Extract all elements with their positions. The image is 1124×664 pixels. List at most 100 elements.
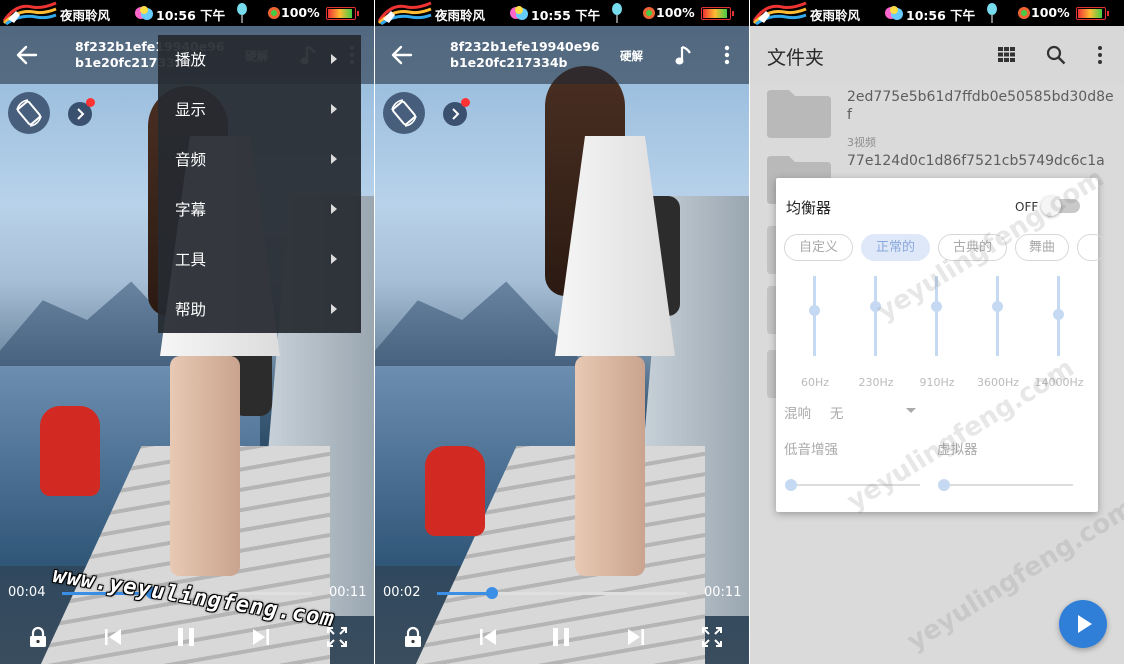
preset-chip-custom[interactable]: 自定义 <box>784 234 853 261</box>
carrier-logo-icon <box>377 1 432 25</box>
menu-item-label: 播放 <box>175 51 207 69</box>
eq-band[interactable]: 60Hz <box>795 276 835 396</box>
clock: 10:56 下午 <box>156 8 226 23</box>
eq-band-thumb[interactable] <box>992 301 1003 312</box>
battery-percent: 100% <box>656 5 695 20</box>
preset-chip-normal[interactable]: 正常的 <box>861 234 930 261</box>
more-vert-icon[interactable] <box>724 44 730 66</box>
more-vert-icon[interactable] <box>1097 45 1103 65</box>
hw-decode-toggle[interactable]: 硬解 <box>620 48 643 64</box>
fullscreen-icon[interactable] <box>700 625 724 649</box>
carrier-name: 夜雨聆风 <box>435 8 486 23</box>
back-arrow-icon[interactable] <box>14 43 40 67</box>
clock: 10:55 下午 <box>531 8 601 23</box>
duration-time: 00:11 <box>329 585 367 600</box>
preset-chip-more[interactable] <box>1077 234 1107 261</box>
scene-person-red <box>40 406 100 496</box>
app-bar: 文件夹 <box>750 26 1124 84</box>
menu-item-audio[interactable]: 音频 <box>158 135 361 185</box>
menu-item-tools[interactable]: 工具 <box>158 235 361 285</box>
submenu-arrow-icon <box>331 254 337 264</box>
menu-item-help[interactable]: 帮助 <box>158 285 361 335</box>
screen-rotate-button[interactable] <box>8 92 50 134</box>
menu-item-label: 显示 <box>175 101 207 119</box>
slider-thumb[interactable] <box>785 479 797 491</box>
elapsed-time: 00:04 <box>8 585 46 600</box>
fullscreen-icon[interactable] <box>325 625 349 649</box>
menu-item-label: 工具 <box>175 251 207 269</box>
pause-icon[interactable] <box>174 625 198 649</box>
menu-item-subtitle[interactable]: 字幕 <box>158 185 361 235</box>
menu-item-play[interactable]: 播放 <box>158 35 361 85</box>
eq-band-freq: 60Hz <box>800 376 830 389</box>
chevron-down-icon <box>906 408 916 413</box>
seek-thumb[interactable] <box>486 587 498 599</box>
submenu-arrow-icon <box>331 154 337 164</box>
page-title: 文件夹 <box>767 47 825 69</box>
player-screen-menu: 夜雨聆风 10:56 下午 100% 8f232b1efe19940e96b1e… <box>0 0 374 664</box>
submenu-arrow-icon <box>331 104 337 114</box>
elapsed-time: 00:02 <box>383 585 421 600</box>
music-note-icon[interactable] <box>675 44 693 66</box>
clock: 10:56 下午 <box>906 8 976 23</box>
seek-bar: 00:02 00:11 <box>375 577 749 607</box>
skip-previous-icon[interactable] <box>101 625 125 649</box>
lock-icon[interactable] <box>26 625 50 649</box>
play-icon <box>1078 615 1092 633</box>
carrier-logo-icon <box>2 1 57 25</box>
balloon-icon <box>987 3 997 23</box>
balloon-icon <box>612 3 622 23</box>
video-frame[interactable] <box>375 26 749 664</box>
notification-dot <box>86 98 95 107</box>
player-top-bar: 8f232b1efe19940e96b1e20fc217334b 硬解 <box>375 26 749 84</box>
grid-view-icon[interactable] <box>998 47 1015 62</box>
battery-percent: 100% <box>281 5 320 20</box>
status-bar: 夜雨聆风 10:56 下午 100% <box>750 0 1124 26</box>
duration-time: 00:11 <box>704 585 742 600</box>
lock-icon[interactable] <box>401 625 425 649</box>
bass-boost-label: 低音增强 <box>784 442 838 458</box>
status-bar: 夜雨聆风 10:55 下午 100% <box>375 0 749 26</box>
skip-next-icon[interactable] <box>624 625 648 649</box>
slider-thumb[interactable] <box>938 479 950 491</box>
skip-previous-icon[interactable] <box>476 625 500 649</box>
reverb-select[interactable]: 无 <box>830 402 844 422</box>
battery-saver-icon <box>643 7 655 19</box>
balloon-icon <box>237 3 247 23</box>
virtualizer-slider[interactable] <box>938 479 1073 491</box>
carrier-logo-icon <box>752 1 807 25</box>
player-screen: 夜雨聆风 10:55 下午 100% 8f232b1efe19940e96b1e… <box>375 0 749 664</box>
equalizer-title: 均衡器 <box>786 199 832 217</box>
scene-legs <box>575 356 645 576</box>
panel-divider <box>374 0 375 664</box>
menu-item-label: 帮助 <box>175 301 207 319</box>
carrier-name: 夜雨聆风 <box>60 8 111 23</box>
skip-next-icon[interactable] <box>249 625 273 649</box>
screen-rotate-icon <box>391 99 417 127</box>
battery-icon <box>1076 7 1109 20</box>
menu-item-label: 音频 <box>175 151 207 169</box>
menu-item-label: 字幕 <box>175 201 207 219</box>
carrier-name: 夜雨聆风 <box>810 8 861 23</box>
search-icon[interactable] <box>1046 45 1066 65</box>
eq-band-freq: 910Hz <box>919 376 955 389</box>
eq-band-thumb[interactable] <box>931 301 942 312</box>
scene-person-red <box>425 446 485 536</box>
eq-band[interactable]: 3600Hz <box>977 276 1019 396</box>
battery-saver-icon <box>1018 7 1030 19</box>
video-title: 8f232b1efe19940e96b1e20fc217334b <box>450 39 600 70</box>
pause-icon[interactable] <box>549 625 573 649</box>
play-fab-button[interactable] <box>1059 600 1107 648</box>
submenu-arrow-icon <box>331 304 337 314</box>
eq-band-thumb[interactable] <box>1053 309 1064 320</box>
submenu-arrow-icon <box>331 204 337 214</box>
back-arrow-icon[interactable] <box>389 43 415 67</box>
menu-item-display[interactable]: 显示 <box>158 85 361 135</box>
notification-dot <box>461 98 470 107</box>
battery-percent: 100% <box>1031 5 1070 20</box>
screen-rotate-icon <box>16 99 42 127</box>
submenu-arrow-icon <box>331 54 337 64</box>
battery-icon <box>326 7 359 20</box>
eq-band-thumb[interactable] <box>809 305 820 316</box>
screen-rotate-button[interactable] <box>383 92 425 134</box>
